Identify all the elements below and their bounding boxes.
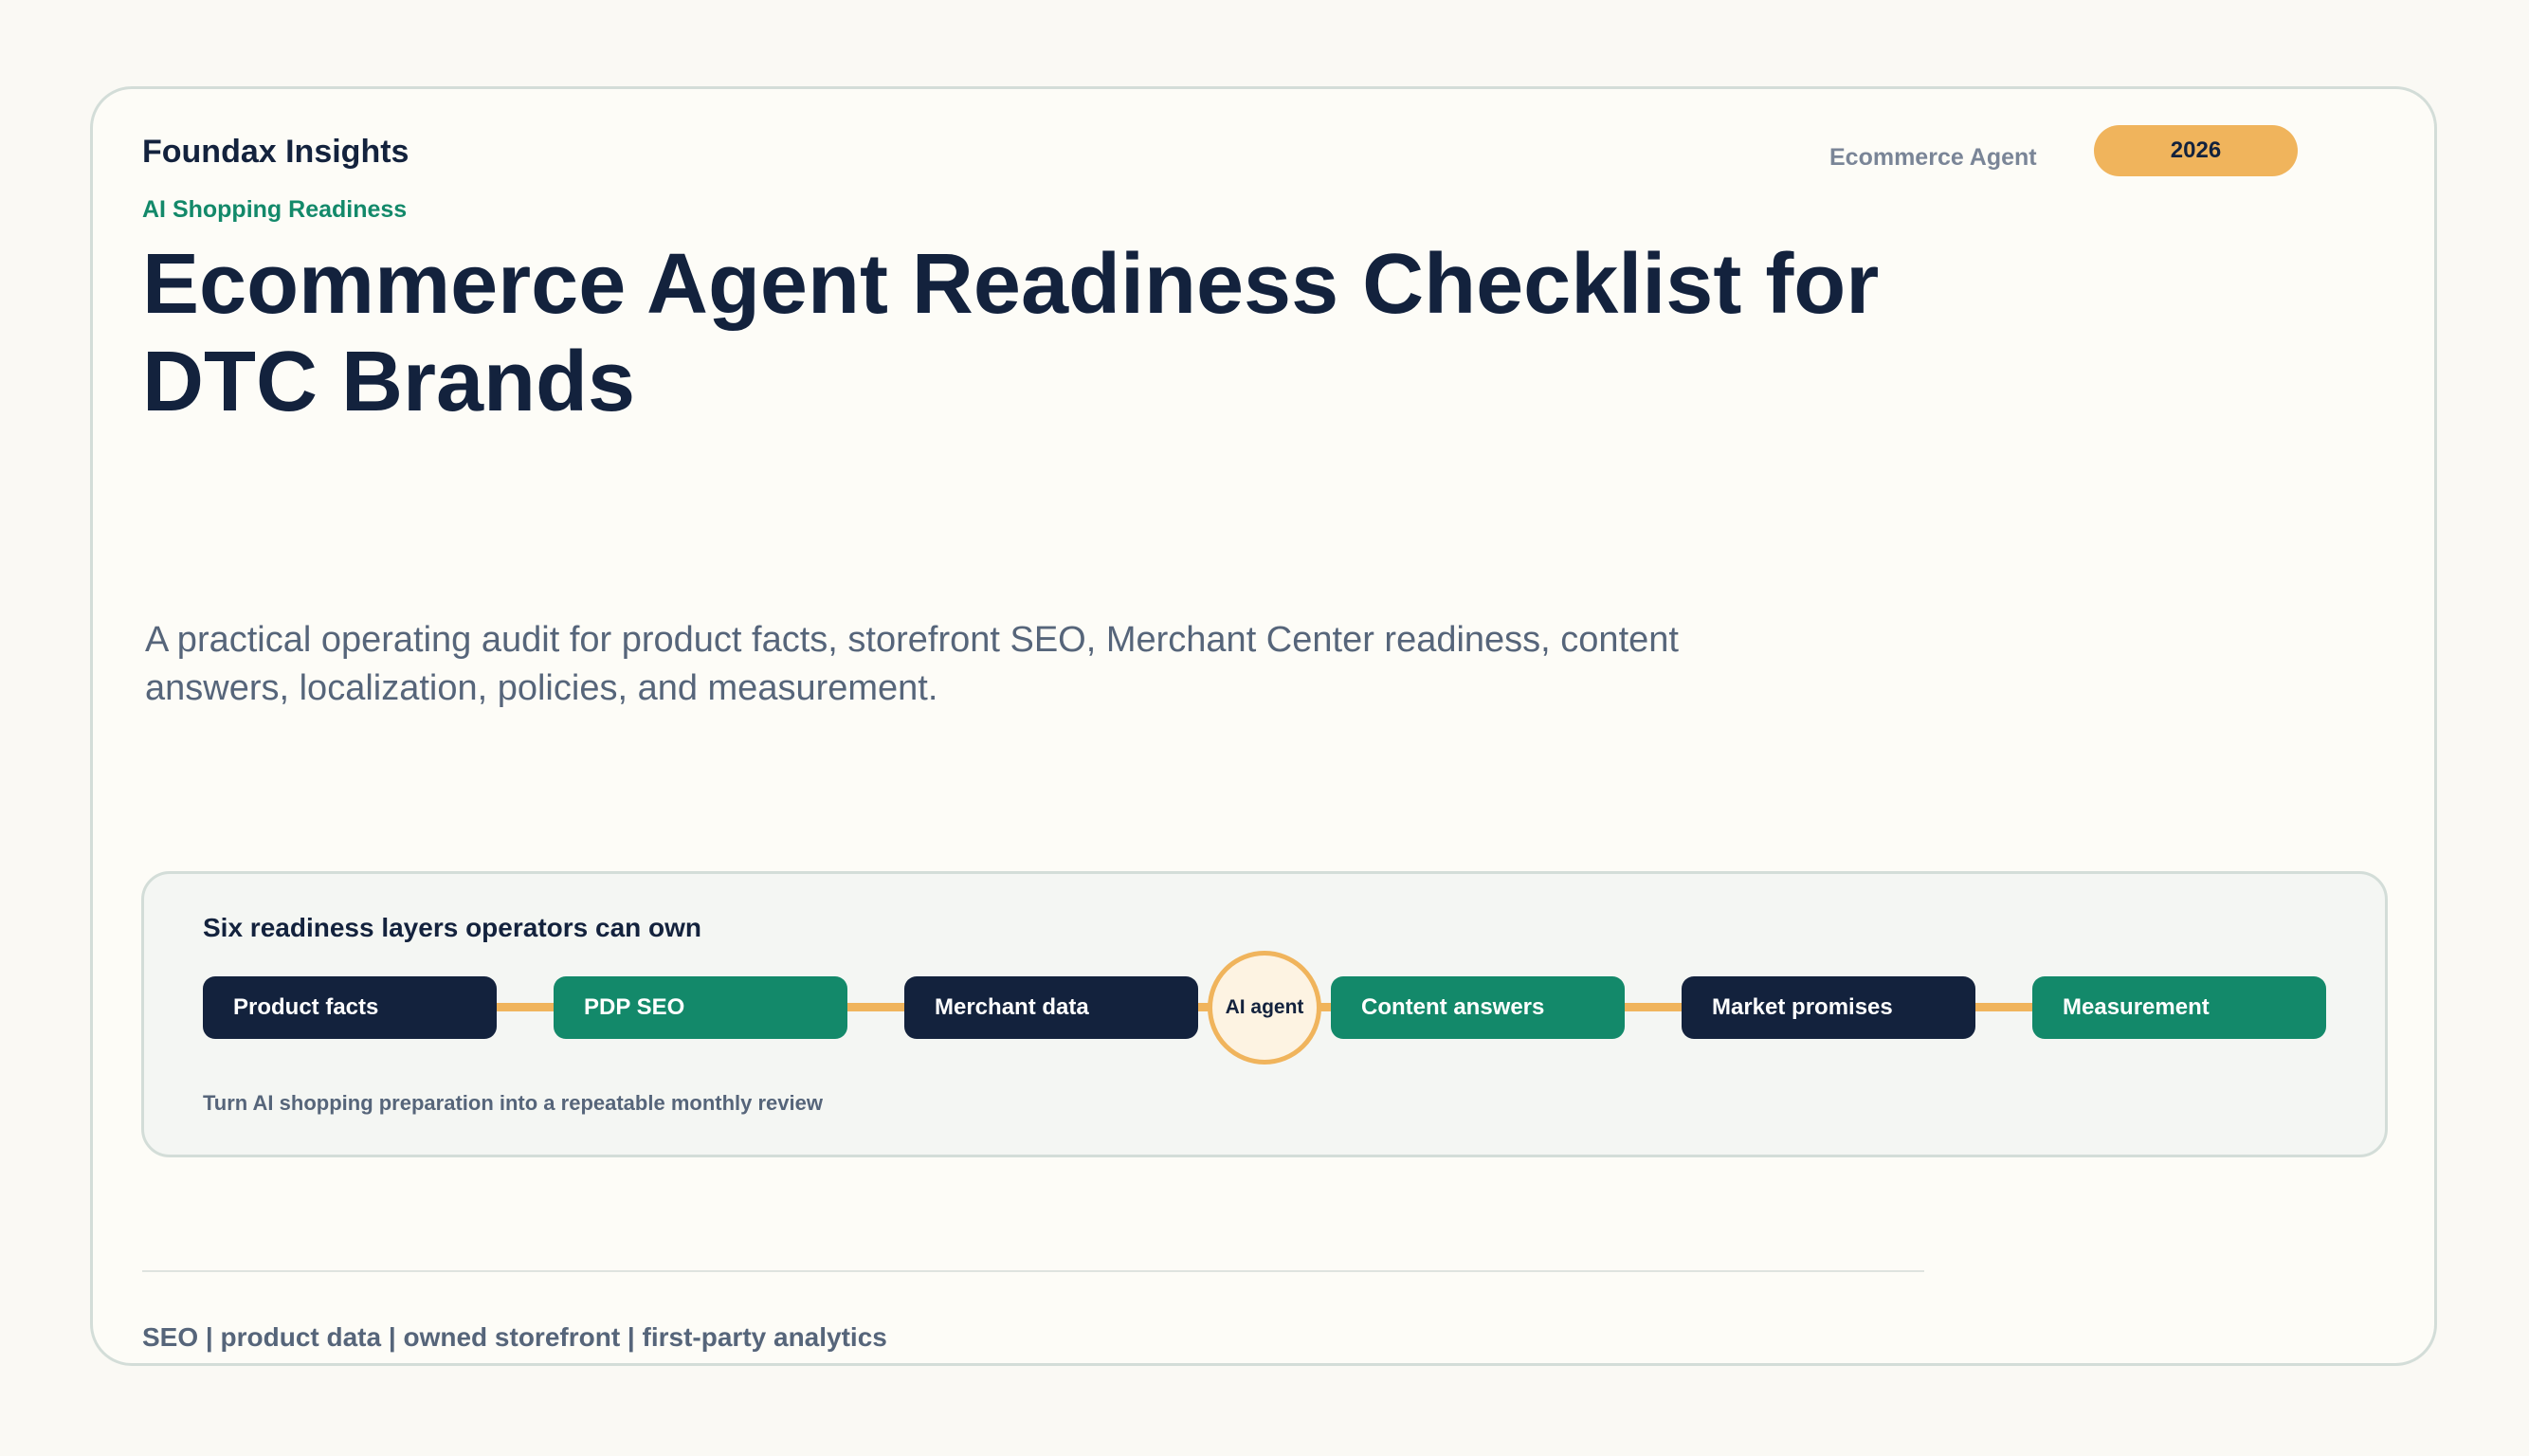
footer-tags: SEO | product data | owned storefront | …	[142, 1322, 887, 1352]
connector-line	[1621, 1003, 1687, 1011]
page-title: Ecommerce Agent Readiness Checklist for …	[142, 237, 1880, 429]
layer-content-answers: Content answers	[1331, 976, 1625, 1039]
footer-divider	[142, 1270, 1924, 1272]
layer-pdp-seo: PDP SEO	[554, 976, 847, 1039]
panel-title: Six readiness layers operators can own	[203, 913, 702, 942]
connector-line	[493, 1003, 559, 1011]
brand-name: Foundax Insights	[142, 134, 409, 170]
layer-market-promises: Market promises	[1682, 976, 1975, 1039]
layer-measurement: Measurement	[2032, 976, 2326, 1039]
hub-label: AI agent	[1225, 996, 1304, 1018]
panel-note: Turn AI shopping preparation into a repe…	[203, 1091, 823, 1115]
layer-merchant-data: Merchant data	[904, 976, 1198, 1039]
connector-line	[1972, 1003, 2038, 1011]
year-badge: 2026	[2094, 125, 2298, 176]
category-label: Ecommerce Agent	[1829, 144, 2037, 171]
layer-product-facts: Product facts	[203, 976, 497, 1039]
ai-agent-hub: AI agent	[1208, 951, 1321, 1065]
connector-line	[844, 1003, 910, 1011]
page-subtitle: A practical operating audit for product …	[145, 620, 1679, 708]
eyebrow-label: AI Shopping Readiness	[142, 196, 408, 223]
